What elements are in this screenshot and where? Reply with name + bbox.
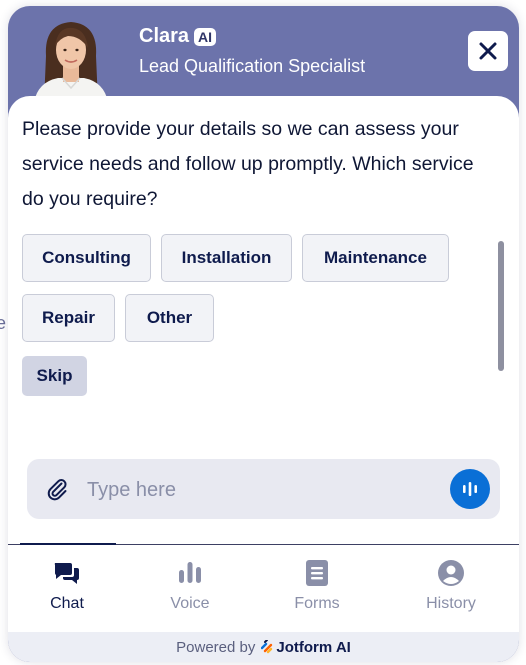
paperclip-icon[interactable] bbox=[45, 477, 69, 501]
tab-history[interactable]: History bbox=[401, 545, 501, 633]
tab-voice-label: Voice bbox=[170, 595, 210, 612]
widget-header: Clara AI Lead Qualification Specialist bbox=[8, 6, 519, 102]
option-consulting-button[interactable]: Consulting bbox=[22, 234, 151, 282]
chat-icon bbox=[54, 563, 79, 584]
agent-name: Clara bbox=[139, 25, 190, 47]
chat-scrollbar[interactable] bbox=[498, 241, 504, 371]
voice-bars-icon bbox=[179, 562, 201, 583]
tab-chat-label: Chat bbox=[50, 595, 84, 612]
tab-chat[interactable]: Chat bbox=[17, 545, 117, 633]
voice-wave-icon bbox=[463, 482, 477, 496]
background-page-text: e bbox=[0, 313, 7, 333]
powered-by-text: Powered by bbox=[176, 638, 256, 656]
option-other-button[interactable]: Other bbox=[125, 294, 214, 342]
chat-area: Please provide your details so we can as… bbox=[8, 96, 519, 546]
brand-name: Jotform AI bbox=[276, 638, 351, 656]
forms-icon bbox=[306, 560, 328, 586]
jotform-logo-icon bbox=[261, 640, 273, 654]
voice-input-button[interactable] bbox=[450, 469, 490, 509]
option-installation-button[interactable]: Installation bbox=[161, 234, 292, 282]
agent-role: Lead Qualification Specialist bbox=[139, 56, 366, 76]
tab-forms[interactable]: Forms bbox=[267, 545, 367, 633]
option-repair-button[interactable]: Repair bbox=[22, 294, 115, 342]
option-maintenance-button[interactable]: Maintenance bbox=[302, 234, 449, 282]
agent-name-row: Clara AI bbox=[139, 25, 217, 48]
assistant-message: Please provide your details so we can as… bbox=[22, 118, 474, 210]
agent-avatar bbox=[28, 16, 114, 102]
tab-history-label: History bbox=[426, 595, 476, 612]
tab-forms-label: Forms bbox=[294, 595, 340, 612]
tab-voice[interactable]: Voice bbox=[140, 545, 240, 633]
jotform-brand-link[interactable]: Jotform AI bbox=[261, 638, 351, 656]
skip-button[interactable]: Skip bbox=[22, 356, 87, 396]
close-button[interactable] bbox=[468, 31, 508, 71]
message-composer bbox=[27, 459, 500, 519]
user-circle-icon bbox=[438, 560, 464, 586]
message-input[interactable] bbox=[85, 471, 429, 509]
page: e Clara AI Lead Qualification Specialist… bbox=[0, 0, 526, 665]
bottom-tab-bar: Chat Voice Forms History bbox=[8, 543, 519, 633]
powered-by-footer: Powered by Jotform AI bbox=[8, 632, 519, 662]
close-icon bbox=[479, 42, 497, 60]
chat-widget: Clara AI Lead Qualification Specialist P… bbox=[8, 6, 519, 662]
ai-badge: AI bbox=[194, 27, 217, 46]
